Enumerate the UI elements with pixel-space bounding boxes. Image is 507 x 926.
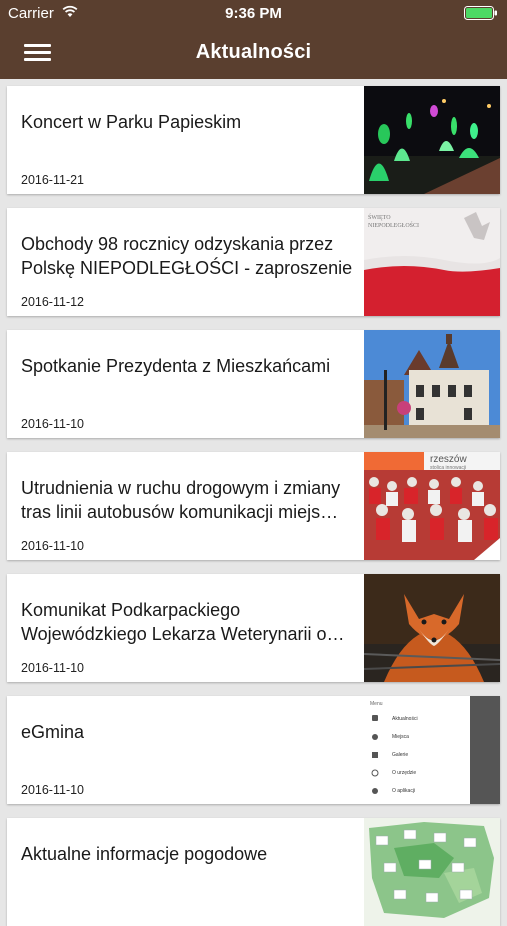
marathon-runners-photo: rzeszów stolica innowacji [364,452,500,560]
news-title: Utrudnienia w ruchu drogowym i zmiany tr… [21,478,341,522]
news-card[interactable]: Koncert w Parku Papieskim 2016-11-21 [7,86,500,194]
news-title: Spotkanie Prezydenta z Mieszkańcami [21,356,331,376]
news-card[interactable]: Komunikat Podkarpackiego Wojewódzkiego L… [7,574,500,682]
menu-item: Aktualności [392,716,418,722]
page-title: Aktualności [195,41,312,63]
menu-item: O urzędzie [392,770,416,776]
fox-photo [364,574,500,682]
news-title: Aktualne informacje pogodowe [21,844,268,864]
flag-caption: ŚWIĘTO [368,213,391,221]
banner-subtext: stolica innowacji [430,465,466,471]
battery-icon [464,6,497,20]
news-card[interactable]: Spotkanie Prezydenta z Mieszkańcami 2016… [7,330,500,438]
news-card[interactable]: Aktualne informacje pogodowe [7,818,500,926]
town-hall-photo [364,330,500,438]
menu-header: Menu [370,701,383,707]
flag-caption: NIEPODLEGŁOŚCI [368,221,419,229]
news-card[interactable]: Obchody 98 rocznicy odzyskania przez Pol… [7,208,500,316]
news-title: Koncert w Parku Papieskim [21,112,242,132]
news-date: 2016-11-10 [21,783,85,797]
menu-item: Miejsca [392,734,409,740]
fountain-night-photo [364,86,500,194]
menu-item: O aplikacji [392,788,415,794]
app-menu-screenshot: Menu Aktualności Miejsca Galerie O urzęd… [364,696,500,804]
news-date: 2016-11-10 [21,539,85,553]
nav-bar: Aktualności [0,27,507,79]
news-title: eGmina [21,722,85,742]
news-card[interactable]: Utrudnienia w ruchu drogowym i zmiany tr… [7,452,500,560]
clock: 9:36 PM [225,5,282,22]
news-card[interactable]: eGmina 2016-11-10 Menu Aktualności Miejs… [7,696,500,804]
polish-flag-photo: ŚWIĘTO NIEPODLEGŁOŚCI [364,208,500,316]
news-date: 2016-11-10 [21,417,85,431]
news-title: Obchody 98 rocznicy odzyskania przez Pol… [21,234,353,278]
status-bar: Carrier 9:36 PM [0,0,507,27]
news-date: 2016-11-10 [21,661,85,675]
weather-map-photo [364,818,500,926]
menu-item: Galerie [392,752,408,758]
news-date: 2016-11-21 [21,173,85,187]
news-date: 2016-11-12 [21,295,85,309]
banner-text: rzeszów [430,454,467,465]
news-title: Komunikat Podkarpackiego Wojewódzkiego L… [21,600,345,644]
